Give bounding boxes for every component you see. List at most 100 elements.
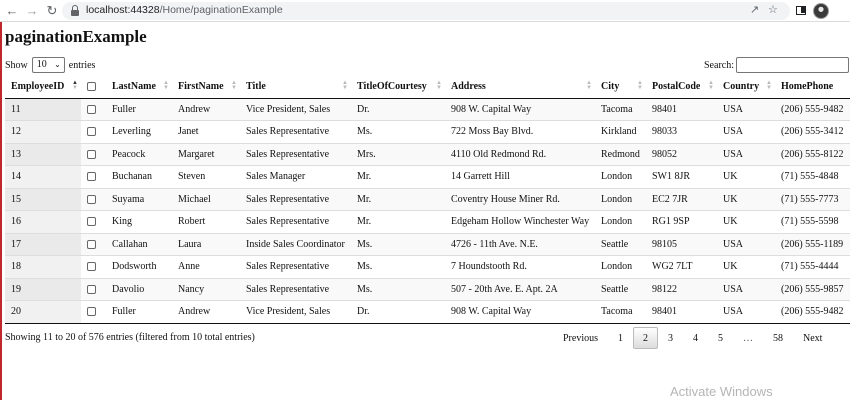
table-cell: Ms. — [351, 232, 445, 256]
table-cell: Sales Representative — [240, 120, 351, 143]
table-row[interactable]: 12 Leverling Janet Sales Representative Ms. 7… — [5, 120, 850, 143]
reload-icon[interactable]: ↻ — [44, 3, 60, 19]
search-label: Search: — [704, 59, 734, 71]
table-cell: UK — [717, 255, 775, 278]
table-cell: RG1 9SP — [646, 210, 717, 233]
back-arrow-icon[interactable]: ← — [4, 3, 20, 19]
pagination-page-58[interactable]: 58 — [763, 327, 793, 349]
pagination-next-button[interactable]: Next — [793, 327, 832, 349]
pagination-page-2[interactable]: 2 — [633, 327, 658, 349]
entries-length-select[interactable]: 10 ⌄ — [31, 57, 65, 73]
table-cell: WG2 7LT — [646, 255, 717, 278]
table-cell: Suyama — [106, 187, 172, 211]
table-cell: USA — [717, 120, 775, 143]
table-cell: 4726 - 11th Ave. N.E. — [445, 232, 595, 256]
column-header-select[interactable] — [81, 75, 106, 99]
table-cell: Callahan — [106, 232, 172, 256]
table-row[interactable]: 14 Buchanan Steven Sales Manager Mr. 14 Garre… — [5, 165, 850, 188]
table-cell: Redmond — [595, 142, 646, 166]
table-row[interactable]: 13 Peacock Margaret Sales Representative Mrs… — [5, 142, 850, 166]
table-cell: Sales Representative — [240, 187, 351, 211]
table-cell: London — [595, 187, 646, 211]
table-cell: London — [595, 255, 646, 278]
column-header-lastname[interactable]: LastName ▲ ▼ — [106, 75, 172, 99]
pagination-page-1[interactable]: 1 — [608, 327, 633, 349]
row-checkbox[interactable] — [87, 217, 96, 227]
table-cell: Robert — [172, 210, 240, 233]
row-checkbox[interactable] — [87, 239, 96, 249]
row-select-cell — [81, 255, 106, 278]
search-control: Search: — [704, 57, 849, 73]
table-cell: USA — [717, 277, 775, 301]
share-icon[interactable]: ↗ — [750, 3, 759, 16]
column-header-homephone[interactable]: HomePhone — [775, 75, 850, 99]
column-header-label: Country — [723, 80, 760, 92]
pagination-previous-button[interactable]: Previous — [553, 327, 608, 349]
sort-icon: ▲ ▼ — [163, 80, 169, 91]
table-cell: 14 — [5, 165, 81, 188]
sort-icon: ▲ ▼ — [436, 80, 442, 91]
page-title: paginationExample — [5, 27, 147, 46]
pagination-page-3[interactable]: 3 — [658, 327, 683, 349]
column-header-address[interactable]: Address ▲ ▼ — [445, 75, 595, 99]
table-cell: 20 — [5, 300, 81, 324]
table-cell: USA — [717, 97, 775, 121]
table-row[interactable]: 15 Suyama Michael Sales Representative Mr. Co… — [5, 187, 850, 211]
profile-avatar[interactable] — [813, 3, 829, 19]
table-cell: 98052 — [646, 142, 717, 166]
column-header-postalcode[interactable]: PostalCode ▲ ▼ — [646, 75, 717, 99]
column-header-city[interactable]: City ▲ ▼ — [595, 75, 646, 99]
column-header-employeeid[interactable]: EmployeeID ▲ ▼ — [5, 75, 81, 99]
table-cell: Inside Sales Coordinator — [240, 232, 351, 256]
table-cell: EC2 7JR — [646, 187, 717, 211]
pagination-page-4[interactable]: 4 — [683, 327, 708, 349]
forward-arrow-icon[interactable]: → — [24, 3, 40, 19]
pagination-page-5[interactable]: 5 — [708, 327, 733, 349]
sort-icon: ▲ ▼ — [586, 80, 592, 91]
table-cell: Dodsworth — [106, 255, 172, 278]
column-header-label: FirstName — [178, 80, 224, 92]
table-row[interactable]: 18 Dodsworth Anne Sales Representative Ms. 7 … — [5, 255, 850, 278]
table-cell: Ms. — [351, 120, 445, 143]
row-checkbox[interactable] — [87, 194, 96, 204]
select-all-checkbox[interactable] — [87, 81, 96, 91]
table-row[interactable]: 20 Fuller Andrew Vice President, Sales Dr. 90… — [5, 300, 850, 324]
table-row[interactable]: 16 King Robert Sales Representative Mr. Edgeh… — [5, 210, 850, 233]
table-row[interactable]: 11 Fuller Andrew Vice President, Sales Dr. 90… — [5, 97, 850, 121]
table-cell: (206) 555-3412 — [775, 120, 850, 143]
row-select-cell — [81, 210, 106, 233]
row-select-cell — [81, 142, 106, 166]
row-checkbox[interactable] — [87, 262, 96, 272]
table-cell: Nancy — [172, 277, 240, 301]
table-cell: Ms. — [351, 255, 445, 278]
column-header-title[interactable]: Title ▲ ▼ — [240, 75, 351, 99]
url-text[interactable]: localhost:44328/Home/paginationExample — [86, 4, 283, 16]
table-row[interactable]: 17 Callahan Laura Inside Sales Coordinator M… — [5, 232, 850, 256]
table-cell: (206) 555-8122 — [775, 142, 850, 166]
star-icon[interactable]: ☆ — [768, 3, 778, 16]
row-checkbox[interactable] — [87, 149, 96, 159]
row-checkbox[interactable] — [87, 172, 96, 182]
column-header-firstname[interactable]: FirstName ▲ ▼ — [172, 75, 240, 99]
table-cell: Peacock — [106, 142, 172, 166]
employee-table: EmployeeID ▲ ▼ LastName ▲ ▼ FirstName ▲ ▼ Titl… — [5, 75, 850, 324]
table-cell: London — [595, 165, 646, 188]
row-checkbox[interactable] — [87, 104, 96, 114]
lock-icon — [71, 5, 79, 16]
table-cell: 11 — [5, 97, 81, 121]
sort-icon: ▲ ▼ — [72, 80, 78, 91]
table-cell: Steven — [172, 165, 240, 188]
table-row[interactable]: 19 Davolio Nancy Sales Representative Ms. 507… — [5, 277, 850, 301]
table-info: Showing 11 to 20 of 576 entries (filtere… — [5, 332, 255, 343]
search-input[interactable] — [736, 57, 849, 73]
url-host: localhost:44328 — [86, 4, 160, 16]
side-panel-icon[interactable] — [796, 6, 806, 15]
table-cell: Andrew — [172, 97, 240, 121]
row-checkbox[interactable] — [87, 307, 96, 317]
column-header-country[interactable]: Country ▲ ▼ — [717, 75, 775, 99]
row-checkbox[interactable] — [87, 284, 96, 294]
entries-label: entries — [68, 59, 96, 71]
row-checkbox[interactable] — [87, 127, 96, 137]
column-header-titleofcourtesy[interactable]: TitleOfCourtesy ▲ ▼ — [351, 75, 445, 99]
address-bar[interactable]: localhost:44328/Home/paginationExample ↗… — [62, 2, 790, 20]
